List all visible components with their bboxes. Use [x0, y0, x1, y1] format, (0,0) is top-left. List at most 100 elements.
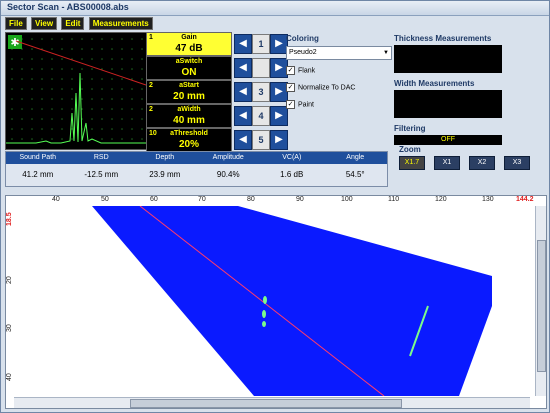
- aswitch-value: ON: [181, 67, 197, 78]
- grid-dot: [41, 68, 43, 70]
- athreshold-decrease-arrow-icon[interactable]: ◀: [234, 130, 252, 150]
- indication-mark: [262, 321, 266, 327]
- grid-dot: [121, 58, 123, 60]
- aswitch-decrease-arrow-icon[interactable]: ◀: [234, 58, 252, 78]
- zoom-x3-button[interactable]: X3: [504, 156, 530, 170]
- grid-dot: [11, 98, 13, 100]
- normalize-dac-checkbox[interactable]: ✓ Normalize To DAC: [286, 83, 391, 94]
- grid-dot: [41, 88, 43, 90]
- horizontal-scroll-thumb[interactable]: [130, 399, 402, 408]
- filtering-toggle[interactable]: OFF: [394, 135, 502, 145]
- grid-dot: [61, 98, 63, 100]
- a-scan-display[interactable]: ✱: [5, 32, 147, 150]
- grid-dot: [21, 78, 23, 80]
- rsd-header: RSD: [69, 152, 133, 164]
- gain-label: Gain: [181, 34, 197, 41]
- menu-edit[interactable]: Edit: [61, 17, 85, 30]
- ruler-tick-70: 70: [198, 196, 206, 203]
- zoom-x1-button[interactable]: X1: [434, 156, 460, 170]
- grid-dot: [31, 118, 33, 120]
- awidth-decrease-arrow-icon[interactable]: ◀: [234, 106, 252, 126]
- gain-decrease-arrow-icon[interactable]: ◀: [234, 34, 252, 54]
- athreshold-increase-arrow-icon[interactable]: ▶: [270, 130, 288, 150]
- menu-file[interactable]: File: [5, 17, 27, 30]
- grid-dot: [131, 58, 133, 60]
- vertical-scroll-thumb[interactable]: [537, 240, 546, 372]
- grid-dot: [91, 58, 93, 60]
- grid-dot: [51, 38, 53, 40]
- grid-dot: [11, 68, 13, 70]
- grid-dot: [91, 78, 93, 80]
- zoom-x2-button[interactable]: X2: [469, 156, 495, 170]
- grid-dot: [111, 118, 113, 120]
- awidth-box[interactable]: 2 aWidth 40 mm: [146, 104, 232, 128]
- grid-dot: [91, 118, 93, 120]
- window-title: Sector Scan - ABS00008.abs: [7, 2, 129, 12]
- grid-dot: [51, 48, 53, 50]
- gate-line: [15, 40, 147, 86]
- vca-column: VC(A) 1.6 dB: [260, 152, 324, 186]
- grid-dot: [101, 108, 103, 110]
- grid-dot: [41, 108, 43, 110]
- grid-dot: [121, 118, 123, 120]
- grid-dot: [81, 68, 83, 70]
- rsd-column: RSD -12.5 mm: [69, 152, 133, 186]
- grid-dot: [31, 138, 33, 140]
- grid-dot: [31, 128, 33, 130]
- grid-dot: [41, 118, 43, 120]
- athreshold-box[interactable]: 10 aThreshold 20%: [146, 128, 232, 152]
- zoom-x17-button[interactable]: X1.7: [399, 156, 425, 170]
- grid-dot: [141, 68, 143, 70]
- aswitch-box[interactable]: aSwitch ON: [146, 56, 232, 80]
- aswitch-step-button[interactable]: [252, 58, 270, 78]
- grid-dot: [141, 48, 143, 50]
- horizontal-scrollbar[interactable]: [14, 397, 530, 408]
- astart-param: 2 aStart 20 mm ◀ 3 ▶: [146, 80, 288, 104]
- chevron-down-icon: ▼: [383, 50, 389, 56]
- astart-step-button[interactable]: 3: [252, 82, 270, 102]
- grid-dot: [31, 58, 33, 60]
- awidth-step-button[interactable]: 4: [252, 106, 270, 126]
- awidth-label: aWidth: [177, 106, 201, 113]
- astart-box[interactable]: 2 aStart 20 mm: [146, 80, 232, 104]
- ruler-tick-40: 40: [52, 196, 60, 203]
- gain-step-button[interactable]: 1: [252, 34, 270, 54]
- amplitude-column: Amplitude 90.4%: [196, 152, 260, 186]
- grid-dot: [81, 58, 83, 60]
- flank-checkbox[interactable]: ✓ Flank: [286, 66, 391, 77]
- grid-dot: [11, 88, 13, 90]
- awidth-param: 2 aWidth 40 mm ◀ 4 ▶: [146, 104, 288, 128]
- menu-bar: File View Edit Measurements: [5, 17, 155, 30]
- grid-dot: [61, 108, 63, 110]
- grid-dot: [101, 48, 103, 50]
- sector-scan-view[interactable]: 40 50 60 70 80 90 100 110 120 130 144.2 …: [5, 195, 547, 409]
- menu-view[interactable]: View: [31, 17, 58, 30]
- astart-decrease-arrow-icon[interactable]: ◀: [234, 82, 252, 102]
- grid-dot: [11, 118, 13, 120]
- grid-dot: [41, 78, 43, 80]
- ruler-tick-120: 120: [435, 196, 447, 203]
- vertical-scrollbar[interactable]: [535, 206, 546, 396]
- grid-dot: [111, 128, 113, 130]
- grid-dot: [141, 88, 143, 90]
- ruler-limit-value: 144.2: [516, 196, 534, 203]
- paint-checkbox[interactable]: ✓ Paint: [286, 100, 391, 111]
- grid-dot: [101, 88, 103, 90]
- grid-dot: [101, 98, 103, 100]
- gain-box[interactable]: 1 Gain 47 dB: [146, 32, 232, 56]
- grid-dot: [31, 68, 33, 70]
- athreshold-param: 10 aThreshold 20% ◀ 5 ▶: [146, 128, 288, 152]
- grid-dot: [61, 58, 63, 60]
- ruler-tick-100: 100: [341, 196, 353, 203]
- palette-select[interactable]: Pseudo2 ▼: [286, 46, 392, 60]
- grid-dot: [31, 48, 33, 50]
- indication-mark: [263, 296, 267, 304]
- palette-value: Pseudo2: [289, 49, 317, 56]
- menu-measurements[interactable]: Measurements: [88, 17, 153, 30]
- grid-dot: [101, 58, 103, 60]
- angle-header: Angle: [323, 152, 387, 164]
- athreshold-step-button[interactable]: 5: [252, 130, 270, 150]
- grid-dot: [131, 68, 133, 70]
- grid-dot: [11, 58, 13, 60]
- sound-path-value: 41.2 mm: [6, 164, 70, 186]
